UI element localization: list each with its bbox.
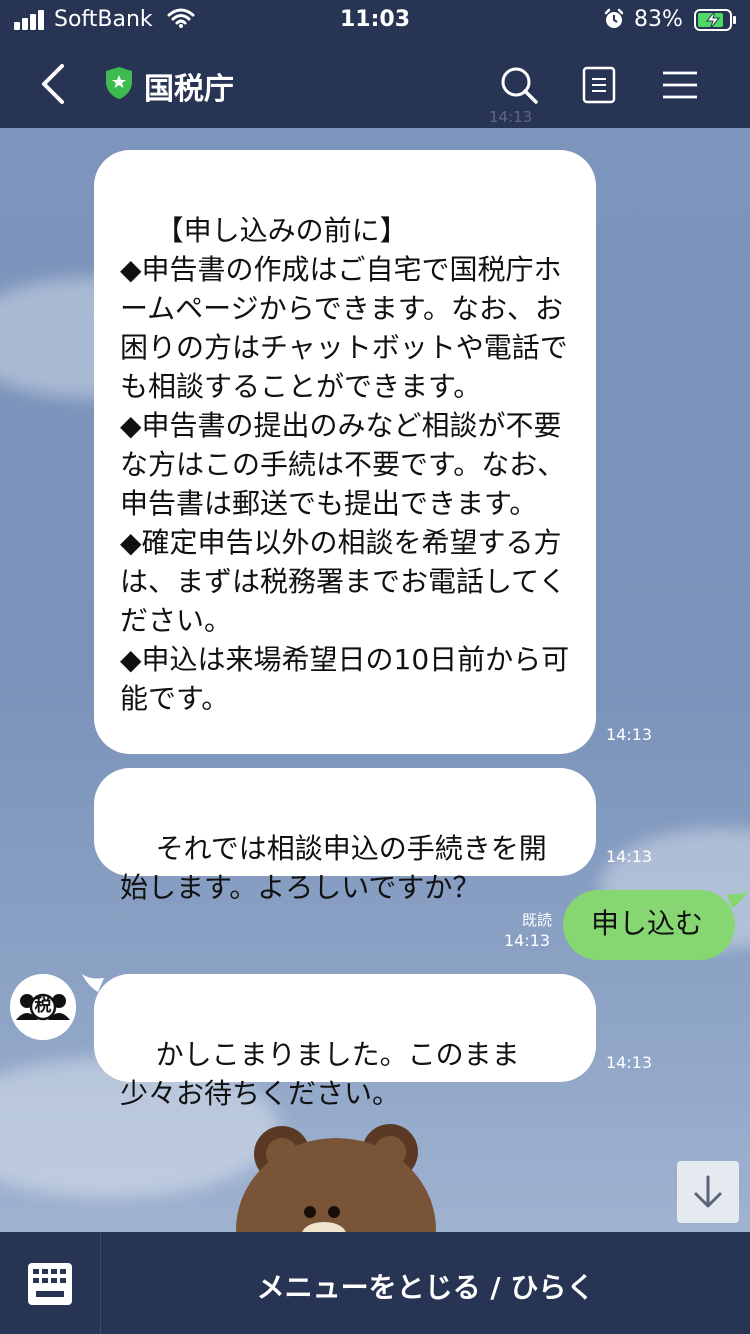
rich-menu-toggle-button[interactable]: メニューをとじる / ひらく bbox=[101, 1232, 750, 1334]
message-bubble-incoming[interactable]: それでは相談申込の手続きを開始します。よろしいですか？ bbox=[94, 768, 596, 904]
search-icon[interactable] bbox=[498, 64, 540, 106]
message-bubble-incoming[interactable]: 【申し込みの前に】 ◆申告書の作成はご自宅で国税庁ホームページからできます。なお… bbox=[94, 150, 596, 754]
battery-charging-icon bbox=[694, 9, 736, 31]
top-bar: SoftBank 11:03 83% 国税庁 14:13 bbox=[0, 0, 750, 128]
battery-percent: 83% bbox=[634, 7, 683, 32]
scroll-to-bottom-button[interactable] bbox=[677, 1161, 739, 1223]
verified-shield-icon bbox=[106, 67, 132, 99]
alarm-icon bbox=[604, 8, 624, 28]
nav-bar: 国税庁 bbox=[0, 40, 750, 128]
message-text: 【申し込みの前に】 ◆申告書の作成はご自宅で国税庁ホームページからできます。なお… bbox=[120, 214, 570, 715]
chat-area[interactable]: 【申し込みの前に】 ◆申告書の作成はご自宅で国税庁ホームページからできます。なお… bbox=[0, 128, 750, 1232]
message-time: 14:13 bbox=[606, 725, 653, 744]
bottom-bar: メニューをとじる / ひらく bbox=[0, 1232, 750, 1334]
ghost-timestamp: 14:13 bbox=[489, 108, 533, 126]
avatar-label: 税 bbox=[34, 996, 52, 1016]
message-time: 14:13 bbox=[606, 847, 653, 866]
message-text: 申し込む bbox=[591, 907, 704, 940]
chat-title: 国税庁 bbox=[144, 72, 234, 107]
keyboard-button[interactable] bbox=[0, 1232, 100, 1334]
bear-background-illustration bbox=[236, 1124, 436, 1232]
notes-icon[interactable] bbox=[582, 66, 616, 104]
status-bar: SoftBank 11:03 83% bbox=[0, 0, 750, 40]
back-icon[interactable] bbox=[34, 60, 70, 108]
message-time: 14:13 bbox=[504, 931, 551, 950]
bubble-tail bbox=[726, 890, 748, 908]
message-text: それでは相談申込の手続きを開始します。よろしいですか？ bbox=[120, 832, 547, 904]
menu-icon[interactable] bbox=[662, 70, 698, 100]
rich-menu-toggle-label: メニューをとじる / ひらく bbox=[256, 1271, 595, 1304]
read-receipt: 既読 bbox=[521, 911, 552, 929]
message-bubble-outgoing[interactable]: 申し込む bbox=[563, 890, 735, 960]
keyboard-icon bbox=[28, 1263, 72, 1305]
avatar[interactable]: 税 bbox=[10, 974, 76, 1040]
arrow-down-icon bbox=[694, 1175, 722, 1208]
message-time: 14:13 bbox=[606, 1053, 653, 1072]
message-text: かしこまりました。このまま少々お待ちください。 bbox=[120, 1038, 520, 1110]
message-bubble-incoming[interactable]: かしこまりました。このまま少々お待ちください。 bbox=[94, 974, 596, 1110]
